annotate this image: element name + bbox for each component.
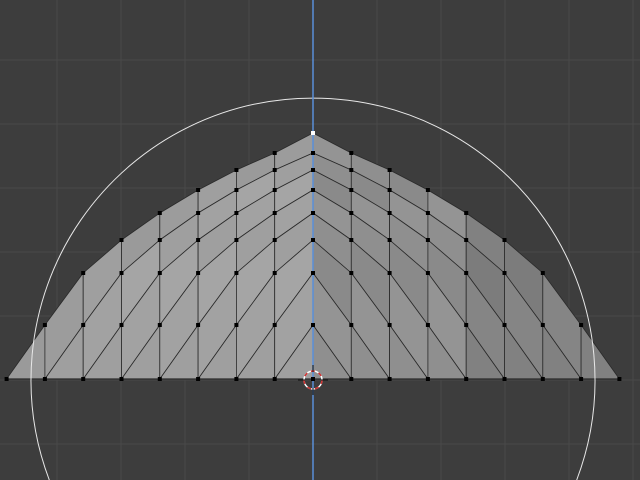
- vertex[interactable]: [425, 271, 430, 275]
- vertex[interactable]: [311, 168, 315, 172]
- vertex[interactable]: [234, 168, 239, 172]
- vertex[interactable]: [272, 151, 277, 155]
- vertex[interactable]: [311, 151, 315, 155]
- vertex[interactable]: [157, 323, 162, 327]
- vertex[interactable]: [81, 323, 86, 327]
- vertex[interactable]: [272, 377, 277, 381]
- vertex[interactable]: [119, 377, 124, 381]
- vertex[interactable]: [119, 323, 124, 327]
- vertex[interactable]: [234, 188, 239, 192]
- vertex[interactable]: [387, 238, 392, 242]
- vertex[interactable]: [196, 323, 201, 327]
- vertex[interactable]: [272, 238, 277, 242]
- vertex[interactable]: [387, 168, 392, 172]
- vertex[interactable]: [196, 211, 201, 215]
- 3d-viewport[interactable]: [0, 0, 640, 480]
- vertex[interactable]: [234, 211, 239, 215]
- active-vertex[interactable]: [311, 131, 315, 135]
- vertex[interactable]: [579, 323, 584, 327]
- vertex[interactable]: [42, 323, 47, 327]
- vertex[interactable]: [119, 238, 124, 242]
- vertex[interactable]: [349, 323, 354, 327]
- vertex[interactable]: [502, 377, 507, 381]
- vertex[interactable]: [234, 323, 239, 327]
- vertex[interactable]: [311, 323, 315, 327]
- vertex[interactable]: [425, 377, 430, 381]
- vertex[interactable]: [311, 271, 315, 275]
- vertex[interactable]: [272, 188, 277, 192]
- mesh-face: [5, 323, 46, 380]
- vertex[interactable]: [4, 377, 9, 381]
- vertex[interactable]: [81, 271, 86, 275]
- vertex[interactable]: [425, 238, 430, 242]
- vertex[interactable]: [311, 211, 315, 215]
- vertex[interactable]: [387, 188, 392, 192]
- vertex[interactable]: [234, 271, 239, 275]
- vertex[interactable]: [234, 377, 239, 381]
- vertex[interactable]: [272, 271, 277, 275]
- vertex[interactable]: [311, 377, 315, 381]
- vertex[interactable]: [234, 238, 239, 242]
- vertex[interactable]: [311, 238, 315, 242]
- vertex[interactable]: [349, 211, 354, 215]
- vertex[interactable]: [119, 271, 124, 275]
- vertex[interactable]: [425, 211, 430, 215]
- vertex[interactable]: [387, 271, 392, 275]
- vertex[interactable]: [157, 271, 162, 275]
- vertex[interactable]: [540, 271, 545, 275]
- vertex[interactable]: [272, 211, 277, 215]
- mesh-face: [580, 323, 621, 380]
- vertex[interactable]: [464, 323, 469, 327]
- vertex[interactable]: [349, 151, 354, 155]
- vertex[interactable]: [311, 188, 315, 192]
- vertex[interactable]: [349, 238, 354, 242]
- vertex[interactable]: [540, 377, 545, 381]
- vertex[interactable]: [196, 238, 201, 242]
- vertex[interactable]: [502, 271, 507, 275]
- vertex[interactable]: [387, 211, 392, 215]
- vertex[interactable]: [425, 188, 430, 192]
- vertex[interactable]: [272, 323, 277, 327]
- vertex[interactable]: [464, 377, 469, 381]
- vertex[interactable]: [196, 377, 201, 381]
- vertex[interactable]: [81, 377, 86, 381]
- vertex[interactable]: [464, 211, 469, 215]
- vertex[interactable]: [617, 377, 622, 381]
- vertex[interactable]: [464, 238, 469, 242]
- vertex[interactable]: [464, 271, 469, 275]
- vertex[interactable]: [502, 323, 507, 327]
- vertex[interactable]: [425, 323, 430, 327]
- vertex[interactable]: [157, 377, 162, 381]
- vertex[interactable]: [387, 323, 392, 327]
- viewport-canvas[interactable]: [0, 0, 640, 480]
- vertex[interactable]: [157, 211, 162, 215]
- vertex[interactable]: [387, 377, 392, 381]
- vertex[interactable]: [157, 238, 162, 242]
- vertex[interactable]: [540, 323, 545, 327]
- vertex[interactable]: [272, 168, 277, 172]
- vertex[interactable]: [196, 188, 201, 192]
- vertex[interactable]: [349, 188, 354, 192]
- vertex[interactable]: [42, 377, 47, 381]
- vertex[interactable]: [349, 168, 354, 172]
- vertex[interactable]: [579, 377, 584, 381]
- vertex[interactable]: [502, 238, 507, 242]
- vertex[interactable]: [196, 271, 201, 275]
- vertex[interactable]: [349, 377, 354, 381]
- vertex[interactable]: [349, 271, 354, 275]
